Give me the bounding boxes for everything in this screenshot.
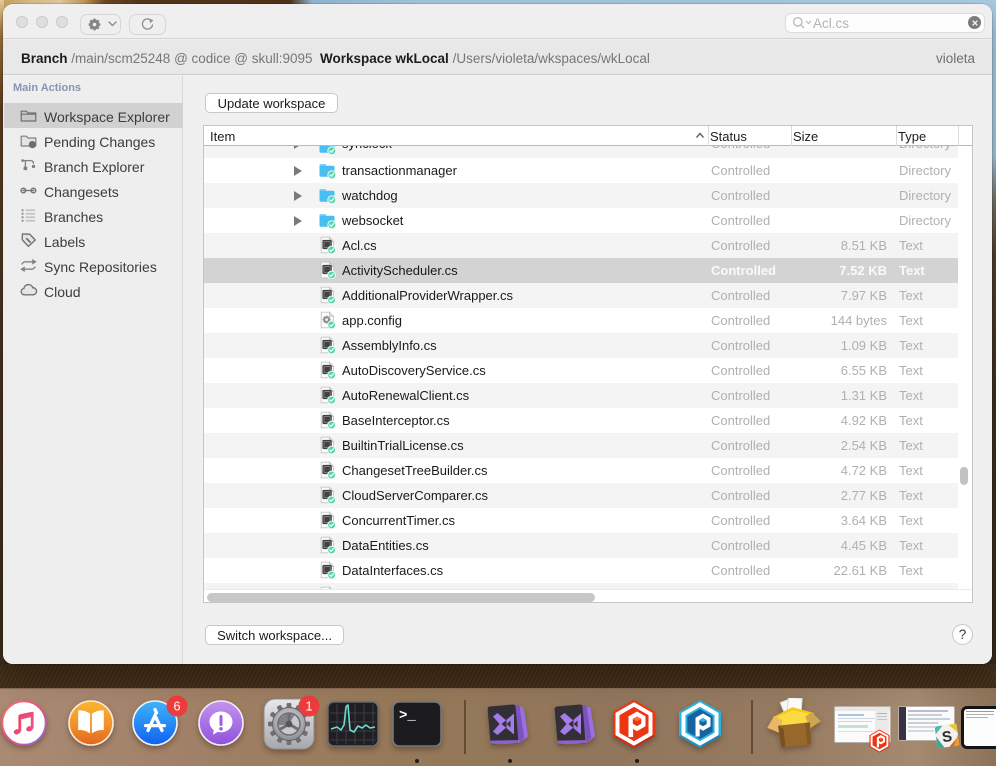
svg-text:1: 1 (306, 699, 313, 713)
svg-text:>_: >_ (399, 708, 416, 724)
svg-text:6: 6 (174, 699, 181, 713)
